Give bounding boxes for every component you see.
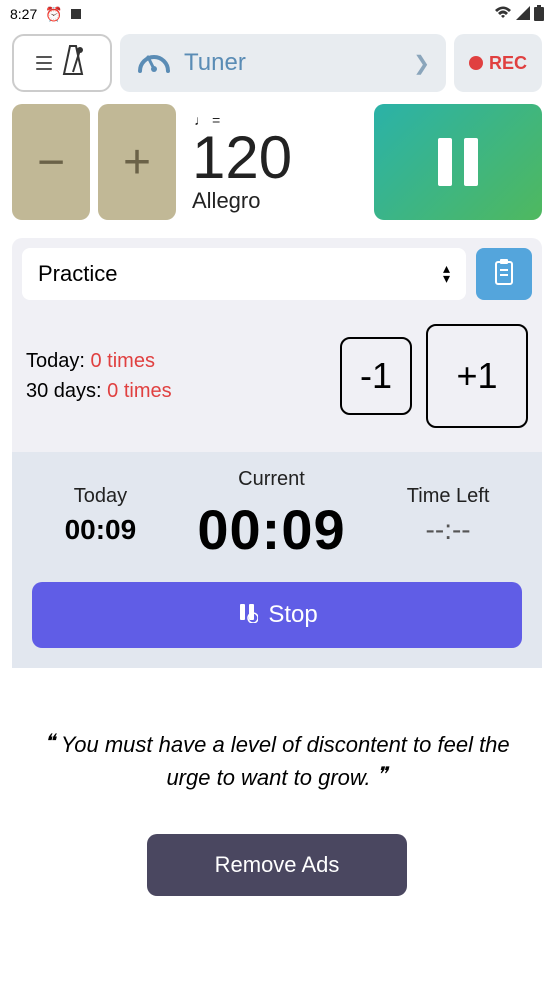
- minus-one-label: -1: [360, 355, 392, 397]
- bpm-display[interactable]: ♩ = 120 Allegro: [184, 104, 366, 222]
- remove-ads-button[interactable]: Remove Ads: [147, 834, 407, 896]
- battery-icon: [534, 5, 544, 24]
- notif-icon: [71, 9, 81, 19]
- pause-small-icon: [236, 601, 258, 630]
- minus-icon: −: [37, 135, 65, 190]
- today-label: Today: [65, 485, 137, 508]
- record-icon: [469, 56, 483, 70]
- today-time: 00:09: [65, 514, 137, 546]
- dropdown-icon: ▴▾: [443, 264, 450, 284]
- practice-stats: Today: 0 times 30 days: 0 times: [26, 346, 326, 406]
- status-bar: 8:27 ⏰: [0, 0, 554, 28]
- practice-card: Practice ▴▾ Today: 0 times 30 days: 0 ti…: [12, 238, 542, 668]
- clipboard-icon: [492, 258, 516, 291]
- signal-icon: [516, 6, 530, 23]
- plus-icon: +: [123, 135, 151, 190]
- current-time: 00:09: [197, 497, 345, 562]
- wifi-icon: [494, 6, 512, 23]
- increment-button[interactable]: +1: [426, 324, 528, 428]
- timer-today: Today 00:09: [65, 485, 137, 546]
- tempo-minus-button[interactable]: −: [12, 104, 90, 220]
- quote-text: ❝ You must have a level of discontent to…: [0, 678, 554, 834]
- quote-open-icon: ❝: [44, 731, 55, 753]
- hamburger-icon: [36, 56, 52, 70]
- chevron-right-icon: ❯: [413, 51, 430, 76]
- plus-one-label: +1: [456, 355, 497, 397]
- quote-close-icon: ❞: [377, 764, 388, 786]
- rec-label: REC: [489, 53, 527, 74]
- tuner-button[interactable]: Tuner ❯: [120, 34, 446, 92]
- timer-section: Today 00:09 Current 00:09 Time Left --:-…: [12, 452, 542, 668]
- alarm-icon: ⏰: [45, 6, 62, 23]
- pause-button[interactable]: [374, 104, 542, 220]
- stop-button[interactable]: Stop: [32, 582, 522, 648]
- tuner-label: Tuner: [184, 49, 246, 77]
- bpm-value: 120: [192, 128, 292, 188]
- remove-ads-label: Remove Ads: [215, 852, 340, 878]
- quote-body: You must have a level of discontent to f…: [61, 732, 510, 790]
- practice-label: Practice: [38, 261, 117, 287]
- tempo-name: Allegro: [192, 188, 260, 214]
- practice-select[interactable]: Practice ▴▾: [22, 248, 466, 300]
- days-value: 0 times: [107, 380, 171, 402]
- today-label: Today:: [26, 350, 85, 372]
- rec-button[interactable]: REC: [454, 34, 542, 92]
- today-value: 0 times: [91, 350, 155, 372]
- current-label: Current: [197, 468, 345, 491]
- gauge-icon: [136, 47, 172, 80]
- timer-current: Current 00:09: [197, 468, 345, 562]
- menu-button[interactable]: [12, 34, 112, 92]
- stop-label: Stop: [268, 601, 317, 629]
- clipboard-button[interactable]: [476, 248, 532, 300]
- timer-left: Time Left --:--: [407, 485, 490, 546]
- tempo-section: − + ♩ = 120 Allegro: [0, 98, 554, 228]
- left-label: Time Left: [407, 485, 490, 508]
- metronome-icon: [58, 44, 88, 83]
- tempo-plus-button[interactable]: +: [98, 104, 176, 220]
- decrement-button[interactable]: -1: [340, 337, 412, 415]
- status-time: 8:27: [10, 6, 37, 22]
- days-label: 30 days:: [26, 380, 102, 402]
- left-time: --:--: [407, 514, 490, 546]
- pause-icon: [438, 138, 478, 186]
- top-bar: Tuner ❯ REC: [0, 28, 554, 98]
